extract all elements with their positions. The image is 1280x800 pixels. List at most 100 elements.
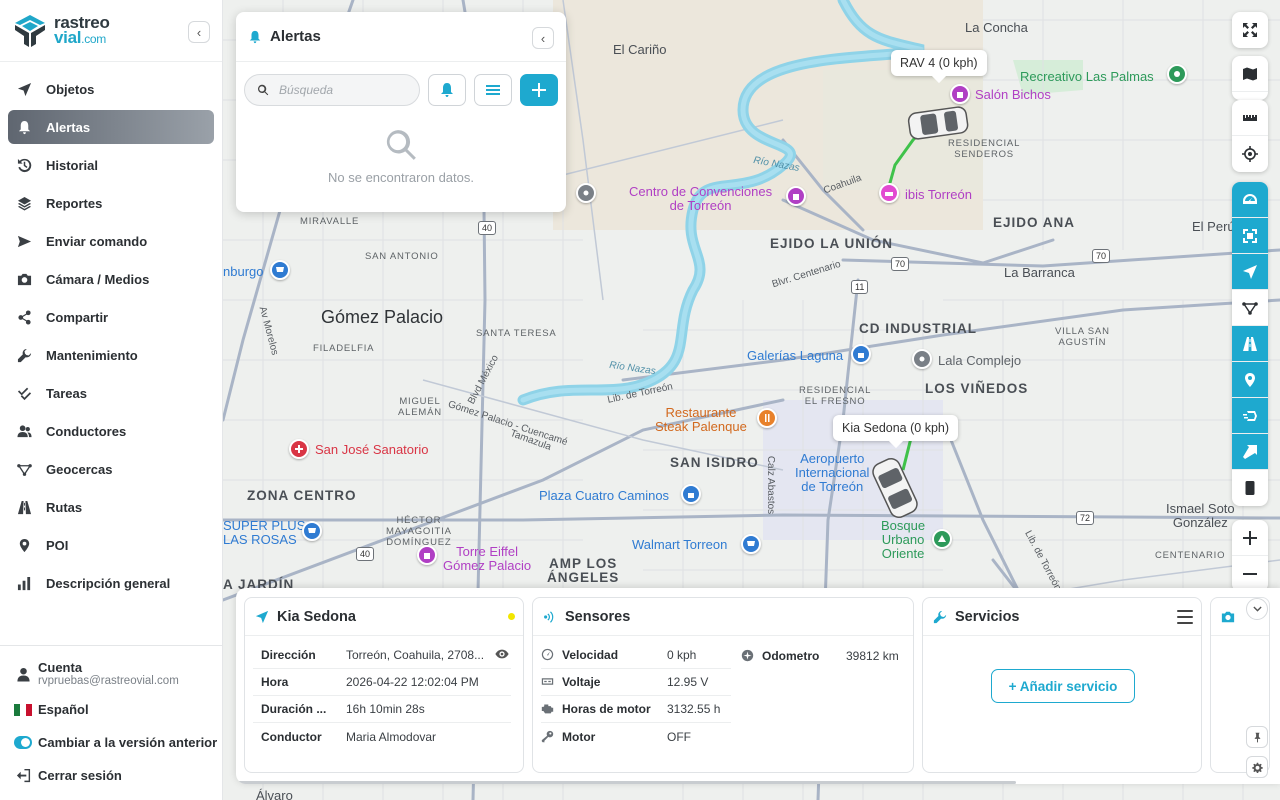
poi-ibis-pin[interactable]	[879, 183, 899, 203]
map-label-torre-eiffel: Torre Eiffel Gómez Palacio	[443, 544, 532, 573]
nav-item-poi[interactable]: POI	[8, 528, 214, 562]
nav-item-alertas[interactable]: Alertas	[8, 110, 214, 144]
map-label-gomez-palacio: Gómez Palacio	[321, 307, 444, 327]
battery-icon	[541, 678, 554, 685]
panel-settings-button[interactable]	[1246, 756, 1268, 778]
object-details-panel: Kia Sedona Dirección Torreón, Coahuila, …	[236, 588, 1280, 784]
poi-hospital-pin[interactable]	[289, 439, 309, 459]
add-alert-button[interactable]	[520, 74, 558, 106]
collapse-panel-button[interactable]	[1246, 598, 1268, 620]
camera-icon	[16, 271, 32, 287]
poi-walmart-pin[interactable]	[741, 534, 761, 554]
overlay-poi-button[interactable]	[1232, 362, 1268, 398]
poi-torre-eiffel-pin[interactable]	[417, 545, 437, 565]
nav-item-geocercas[interactable]: Geocercas	[8, 452, 214, 486]
nav-item-reportes[interactable]: Reportes	[8, 186, 214, 220]
fullscreen-toolbar	[1232, 12, 1268, 48]
nav-item-camara[interactable]: Cámara / Medios	[8, 262, 214, 296]
measure-button[interactable]	[1232, 100, 1268, 136]
map-label-miguel-aleman: MIGUEL ALEMÁN	[398, 396, 442, 418]
overlay-objects-button[interactable]	[1232, 254, 1268, 290]
nav-item-label: POI	[46, 537, 69, 553]
zoom-out-button[interactable]	[1232, 556, 1268, 592]
alerts-panel: Alertas ‹ Búsqueda No se encontraron dat…	[236, 12, 566, 212]
poi-lala-pin[interactable]	[912, 349, 932, 369]
nav-item-mantenimiento[interactable]: Mantenimiento	[8, 338, 214, 372]
account-menu[interactable]: Cuenta rvpruebas@rastreovial.com	[0, 660, 222, 687]
alerts-empty-state: No se encontraron datos.	[236, 128, 566, 185]
add-service-button[interactable]: + Añadir servicio	[991, 669, 1135, 703]
poi-generic-pin[interactable]	[576, 183, 596, 203]
overlay-tracker-button[interactable]	[1232, 470, 1268, 506]
sensor-row-horas-motor: Horas de motor 3132.55 h	[541, 696, 731, 723]
poi-centro-convenciones-pin[interactable]	[786, 186, 806, 206]
poi-shop-pin[interactable]	[270, 260, 290, 280]
navigation-arrow-icon	[1243, 264, 1257, 279]
services-menu-icon[interactable]	[1177, 610, 1193, 624]
vehicle-rav4-marker[interactable]	[903, 100, 973, 144]
map-label-ampliacion: AMP LOS ÁNGELES	[547, 556, 620, 585]
map-layers-button[interactable]	[1232, 56, 1268, 92]
overlay-speed-button[interactable]	[1232, 182, 1268, 218]
overlay-traffic-button[interactable]	[1232, 398, 1268, 434]
poi-recreativo-pin[interactable]	[1167, 64, 1187, 84]
detail-row-duracion: Duración ... 16h 10min 28s	[253, 696, 511, 723]
eye-icon[interactable]	[495, 647, 511, 664]
vehicle-kia-sedona-marker[interactable]	[868, 455, 922, 521]
overlay-direction-button[interactable]	[1232, 434, 1268, 470]
collapse-sidebar-button[interactable]: ‹	[188, 21, 210, 43]
map-pin-icon	[16, 537, 32, 553]
map-label-filadelfia: FILADELFIA	[313, 343, 375, 354]
sensor-key: Horas de motor	[541, 702, 667, 716]
overlay-routes-button[interactable]	[1232, 290, 1268, 326]
nav-item-objetos[interactable]: Objetos	[8, 72, 214, 106]
alerts-notifications-button[interactable]	[428, 74, 466, 106]
detail-row-direccion: Dirección Torreón, Coahuila, 2708...	[253, 642, 511, 669]
overlay-road-button[interactable]	[1232, 326, 1268, 362]
nav-item-rutas[interactable]: Rutas	[8, 490, 214, 524]
nav-item-descripcion-general[interactable]: Descripción general	[8, 566, 214, 600]
toggle-switch[interactable]	[14, 736, 32, 749]
map-label-galerias-laguna: Galerías Laguna	[747, 348, 844, 363]
focus-frame-icon	[1243, 228, 1257, 243]
poi-superplus-pin[interactable]	[302, 521, 322, 541]
nav-item-label: Objetos	[46, 81, 95, 97]
nav-item-conductores[interactable]: Conductores	[8, 414, 214, 448]
map-label-san-antonio: SAN ANTONIO	[365, 251, 439, 262]
wrench-icon	[16, 347, 32, 363]
overlay-focus-button[interactable]	[1232, 218, 1268, 254]
poi-bosque-pin[interactable]	[932, 529, 952, 549]
alerts-search-input[interactable]: Búsqueda	[244, 74, 420, 106]
poi-galerias-pin[interactable]	[851, 344, 871, 364]
fullscreen-button[interactable]	[1232, 12, 1268, 48]
sensors-card-header: Sensores	[533, 598, 913, 636]
ruler-icon	[1243, 114, 1257, 121]
nav-item-compartir[interactable]: Compartir	[8, 300, 214, 334]
vehicle-card-header: Kia Sedona	[245, 598, 523, 636]
nav-item-historial[interactable]: Historial	[8, 148, 214, 182]
pin-panel-button[interactable]	[1246, 726, 1268, 748]
road-icon	[16, 499, 32, 515]
map-label-el-peru: El Perú	[1192, 219, 1235, 234]
bell-icon	[16, 119, 32, 135]
map-label-centro-convenciones: Centro de Convenciones de Torreón	[629, 184, 773, 213]
sensor-label: Motor	[562, 729, 596, 744]
zoom-in-button[interactable]	[1232, 520, 1268, 556]
horizontal-scrollbar[interactable]	[236, 781, 1016, 784]
close-panel-button[interactable]: ‹	[532, 27, 554, 49]
crosshair-icon	[1242, 146, 1258, 162]
my-location-button[interactable]	[1232, 136, 1268, 172]
nav-item-tareas[interactable]: Tareas	[8, 376, 214, 410]
sidebar-footer: Cuenta rvpruebas@rastreovial.com Español…	[0, 645, 222, 800]
legacy-version-toggle[interactable]: Cambiar a la versión anterior	[0, 735, 222, 750]
poi-plaza-pin[interactable]	[681, 484, 701, 504]
sensors-card: Sensores Velocidad 0 kph Voltaje 12.95 V…	[532, 597, 914, 773]
poi-restaurante-pin[interactable]	[757, 408, 777, 428]
nav-item-enviar-comando[interactable]: Enviar comando	[8, 224, 214, 258]
map-icon	[1243, 67, 1257, 80]
alerts-list-button[interactable]	[474, 74, 512, 106]
brand-logo-icon[interactable]	[12, 13, 48, 49]
logout-button[interactable]: Cerrar sesión	[0, 768, 222, 783]
map-label-cd-industrial: CD INDUSTRIAL	[859, 321, 977, 336]
language-selector[interactable]: Español	[0, 702, 222, 717]
